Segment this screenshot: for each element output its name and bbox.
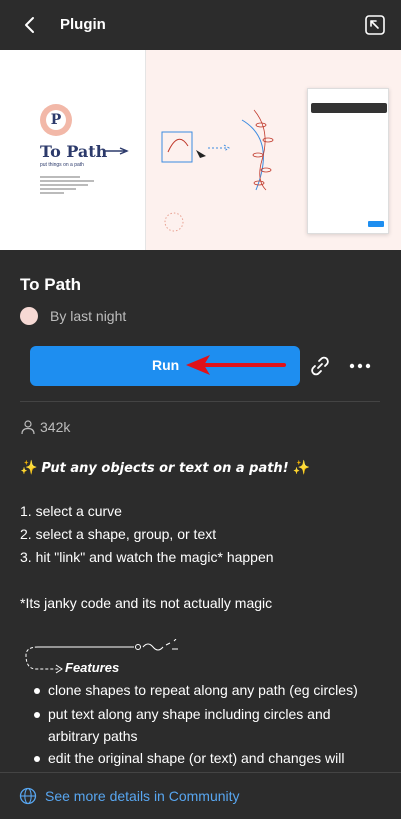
step-1: 1. select a curve [20,503,122,519]
cover-left-panel: P To Path put things on a path [0,50,146,250]
author-name[interactable]: By last night [50,308,126,324]
description-tagline: ✨ Put any objects or text on a path! ✨ [20,459,310,476]
description-footnote: *Its janky code and its not actually mag… [20,595,273,611]
header-title: Plugin [60,16,106,33]
cover-arrow-icon [103,147,129,155]
sparkles-icon: ✨ [292,459,310,475]
user-icon [21,420,35,435]
feature-item: put text along any shape including circl… [48,706,331,722]
features-label: Features [65,660,120,675]
globe-icon [19,787,37,805]
feature-item: edit the original shape (or text) and ch… [48,750,345,766]
step-3: 3. hit "link" and watch the magic* happe… [20,549,274,565]
cover-settings-panel [307,88,389,234]
chevron-left-icon[interactable] [18,13,42,37]
community-details-link[interactable]: See more details in Community [45,788,240,804]
feature-item-continued: arbitrary paths [48,728,138,744]
plugin-header: Plugin [0,0,401,50]
bullet-dot [34,712,40,718]
bullet-dot [34,756,40,762]
plugin-logo: P [40,104,72,136]
plugin-cover-image: P To Path put things on a path [0,50,401,250]
step-2: 2. select a shape, group, or text [20,526,217,542]
more-horizontal-icon[interactable] [346,354,374,378]
section-divider [20,401,380,402]
cover-notes [40,174,94,196]
cover-subtitle: put things on a path [40,162,84,168]
run-button-label: Run [152,357,180,373]
sparkles-icon: ✨ [20,459,38,475]
cover-title: To Path [40,142,108,161]
link-icon[interactable] [308,354,332,378]
open-in-window-icon[interactable] [364,14,386,36]
footer-bar: See more details in Community [0,772,401,819]
feature-item: clone shapes to repeat along any path (e… [48,682,358,698]
plugin-name: To Path [20,275,82,294]
bullet-dot [34,688,40,694]
user-count: 342k [40,419,71,435]
author-avatar [20,307,38,325]
annotation-arrow-icon [186,355,286,375]
features-heading: Features [24,639,194,679]
